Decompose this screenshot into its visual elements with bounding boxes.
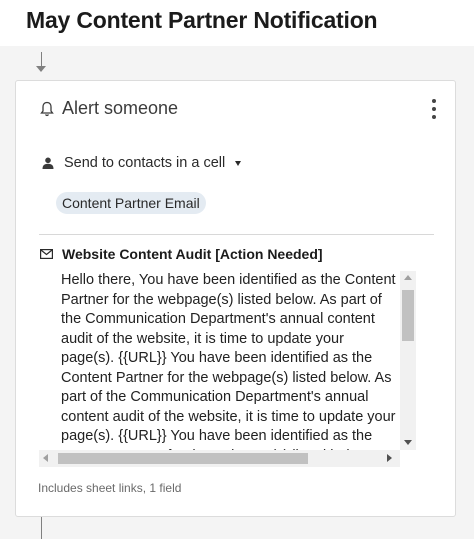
recipient-type-label: Send to contacts in a cell: [64, 155, 226, 171]
email-subject: Website Content Audit [Action Needed]: [62, 246, 323, 262]
arrow-down-icon: [36, 66, 46, 72]
scroll-down-icon[interactable]: [404, 440, 412, 445]
divider: [39, 234, 434, 235]
scroll-left-icon[interactable]: [43, 454, 48, 462]
vertical-ellipsis-icon: [432, 99, 436, 103]
action-label: Alert someone: [62, 98, 179, 118]
recipient-dropdown[interactable]: Send to contacts in a cell: [42, 155, 242, 171]
message-body[interactable]: Hello there, You have been identified as…: [61, 271, 401, 450]
email-subject-row: Website Content Audit [Action Needed]: [40, 246, 323, 262]
footer-note: Includes sheet links, 1 field: [38, 481, 182, 495]
page-title: May Content Partner Notification: [26, 7, 378, 33]
horizontal-scrollbar[interactable]: [39, 450, 400, 467]
flow-connector-bottom: [41, 517, 42, 539]
vertical-scrollbar[interactable]: [400, 271, 416, 450]
chevron-down-icon: [235, 161, 242, 166]
alert-action-row: Alert someone: [40, 98, 178, 119]
message-body-box[interactable]: Hello there, You have been identified as…: [39, 271, 416, 467]
bell-icon: [40, 101, 54, 116]
recipient-chip[interactable]: Content Partner Email: [56, 192, 206, 214]
alert-step-card[interactable]: Alert someone Send to contacts in a cell…: [15, 80, 456, 517]
person-icon: [42, 157, 54, 169]
horizontal-scroll-thumb[interactable]: [58, 453, 308, 464]
scroll-right-icon[interactable]: [387, 454, 392, 462]
more-options-button[interactable]: [429, 99, 439, 119]
vertical-scroll-thumb[interactable]: [402, 290, 414, 341]
mail-icon: [40, 249, 53, 259]
scroll-up-icon[interactable]: [404, 275, 412, 280]
header: May Content Partner Notification: [0, 0, 474, 46]
